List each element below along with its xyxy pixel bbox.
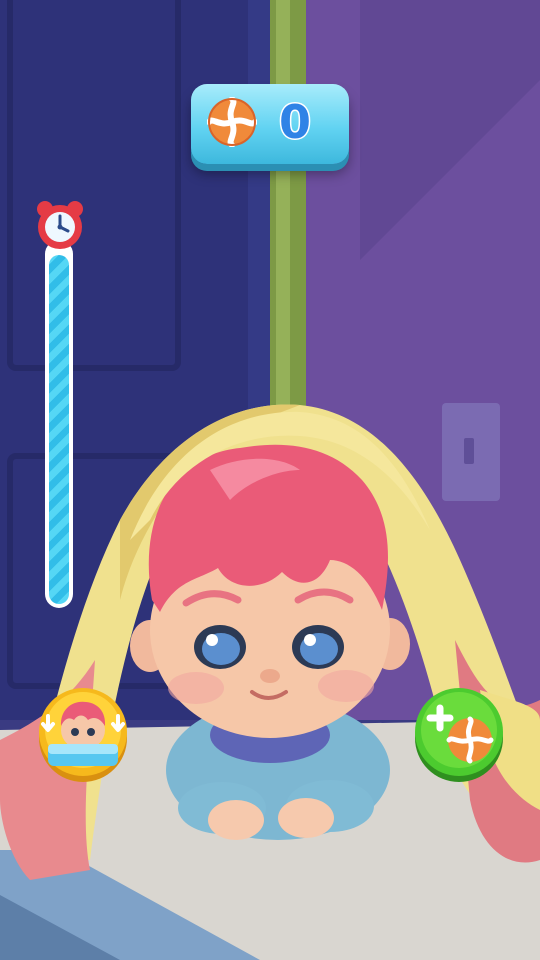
baby-cheek-right <box>318 670 374 702</box>
door-frame-highlight <box>276 0 290 430</box>
timer-fill <box>49 255 69 604</box>
candy-count: 0 <box>277 94 312 151</box>
baby-hand-left <box>208 800 264 840</box>
candy-counter: 0 <box>191 84 349 164</box>
light-switch-toggle <box>464 438 474 464</box>
timer-bar <box>45 240 73 608</box>
alarm-clock-icon <box>37 201 83 249</box>
baby-cheek-left <box>168 672 224 704</box>
baby-eye-shine-right <box>304 634 316 646</box>
wake-up-button[interactable] <box>34 686 132 782</box>
add-candy-button[interactable] <box>410 686 508 782</box>
baby-eye-shine-left <box>206 634 218 646</box>
baby-nose <box>260 669 280 683</box>
baby-hand-right <box>278 798 334 838</box>
orange-candy-icon <box>207 97 257 147</box>
